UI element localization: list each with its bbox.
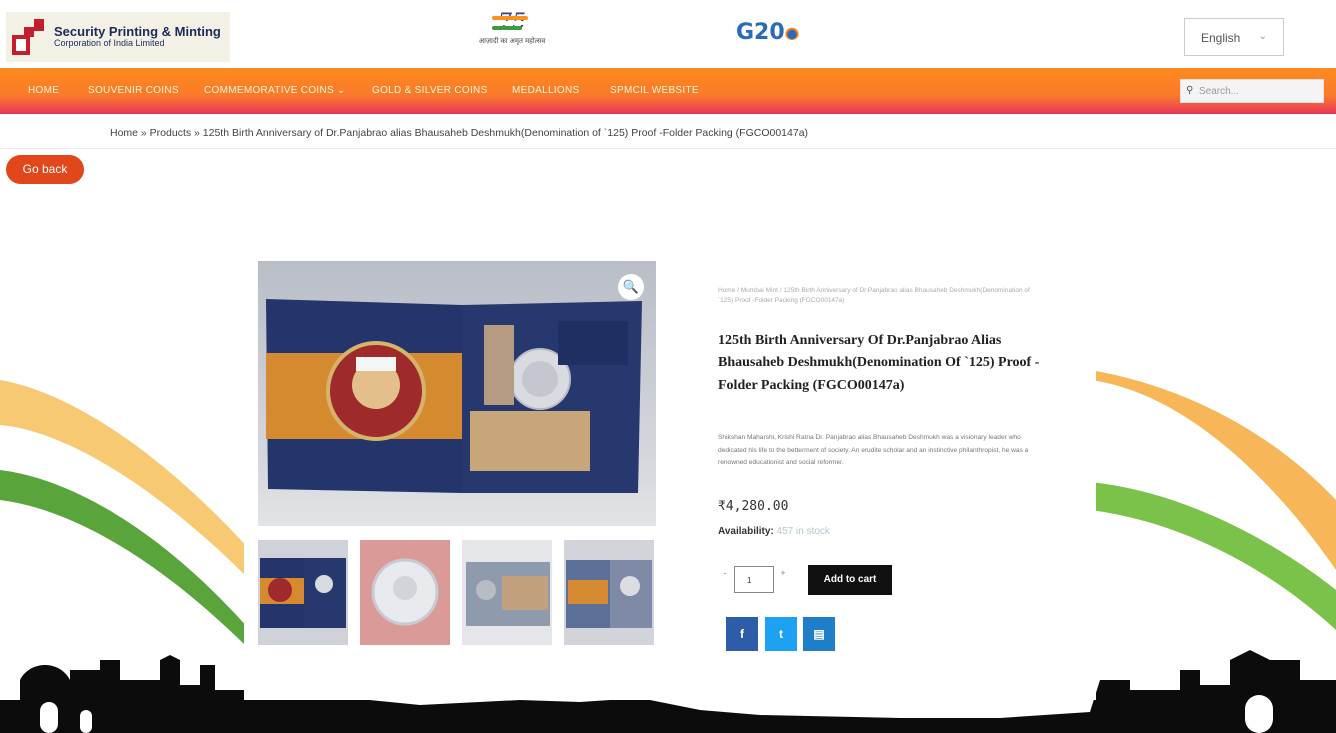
logo-title: Security Printing & Minting — [54, 23, 221, 39]
facebook-share-icon[interactable]: f — [726, 617, 758, 651]
nav-item-medallions[interactable]: MEDALLIONS — [512, 85, 579, 96]
tricolor-wave-right — [1090, 370, 1336, 630]
product-title: 125th Birth Anniversary Of Dr.Panjabrao … — [718, 333, 1040, 393]
thumbnail-coin-image — [360, 540, 450, 645]
product-thumbnail[interactable] — [258, 540, 348, 645]
go-back-button[interactable]: Go back — [6, 155, 84, 184]
language-select[interactable]: English ⌄ — [1184, 18, 1284, 56]
print-share-icon[interactable]: ▤ — [803, 617, 835, 651]
product-thumbnail[interactable] — [360, 540, 450, 645]
spmcil-logo[interactable]: Security Printing & Minting Corporation … — [6, 12, 230, 62]
spmcil-logo-mark-icon — [10, 17, 48, 57]
nav-item-souvenir-coins[interactable]: SOUVENIR COINS — [88, 85, 179, 96]
search-icon: ⚲ — [1186, 85, 1194, 96]
zoom-icon[interactable]: 🔍 — [618, 274, 644, 300]
nav-item-commemorative-coins[interactable]: COMMEMORATIVE COINS ⌄ — [204, 85, 346, 96]
nav-item-spmcil-website[interactable]: SPMCIL WEBSITE — [610, 85, 699, 96]
quantity-decrease-button[interactable]: - — [720, 568, 730, 586]
coin-folder-image — [266, 299, 642, 493]
product-breadcrumb[interactable]: Home / Mumbai Mint / 125th Birth Anniver… — [718, 286, 1038, 307]
g20-text: G20 — [736, 20, 785, 45]
language-selected: English — [1201, 31, 1241, 45]
site-header: Security Printing & Minting Corporation … — [0, 0, 1336, 68]
quantity-increase-button[interactable]: + — [778, 568, 788, 586]
azadi-ka-amrit-mahotsav-logo: 75 आज़ादी का अमृत महोत्सव — [474, 10, 550, 62]
search-placeholder: Search... — [1199, 86, 1240, 97]
thumbnail-folder-inner-image — [462, 540, 552, 645]
divider — [0, 148, 1336, 149]
thumbnail-folder-front-image — [258, 540, 348, 645]
nav-item-gold-silver-coins[interactable]: GOLD & SILVER COINS — [372, 85, 488, 96]
tricolor-wave-left — [0, 380, 250, 650]
azadi-subtitle: आज़ादी का अमृत महोत्सव — [478, 38, 546, 45]
nav-item-home[interactable]: HOME — [28, 85, 59, 96]
g20-logo: G20 — [736, 20, 799, 45]
flag-stripes-icon — [492, 16, 532, 36]
availability-label: Availability: — [718, 526, 774, 537]
main-nav: HOME SOUVENIR COINS COMMEMORATIVE COINS … — [0, 68, 1336, 114]
add-to-cart-button[interactable]: Add to cart — [808, 565, 892, 595]
lotus-icon — [784, 26, 799, 40]
availability-value: 457 in stock — [776, 526, 830, 537]
product-thumbnail[interactable] — [462, 540, 552, 645]
product-price: ₹4,280.00 — [718, 499, 789, 514]
twitter-share-icon[interactable]: t — [765, 617, 797, 651]
product-thumbnail[interactable] — [564, 540, 654, 645]
availability: Availability: 457 in stock — [718, 526, 830, 537]
search-input[interactable]: ⚲ Search... — [1180, 79, 1324, 103]
thumbnail-folder-open-image — [564, 540, 654, 645]
chevron-down-icon: ⌄ — [1258, 31, 1267, 42]
product-main-image[interactable] — [258, 261, 656, 526]
breadcrumb[interactable]: Home » Products » 125th Birth Anniversar… — [110, 127, 808, 139]
quantity-input[interactable]: 1 — [734, 566, 774, 593]
logo-subtitle: Corporation of India Limited — [54, 38, 165, 49]
product-description: Shikshan Maharshi, Krishi Ratna Dr. Panj… — [718, 434, 1029, 467]
